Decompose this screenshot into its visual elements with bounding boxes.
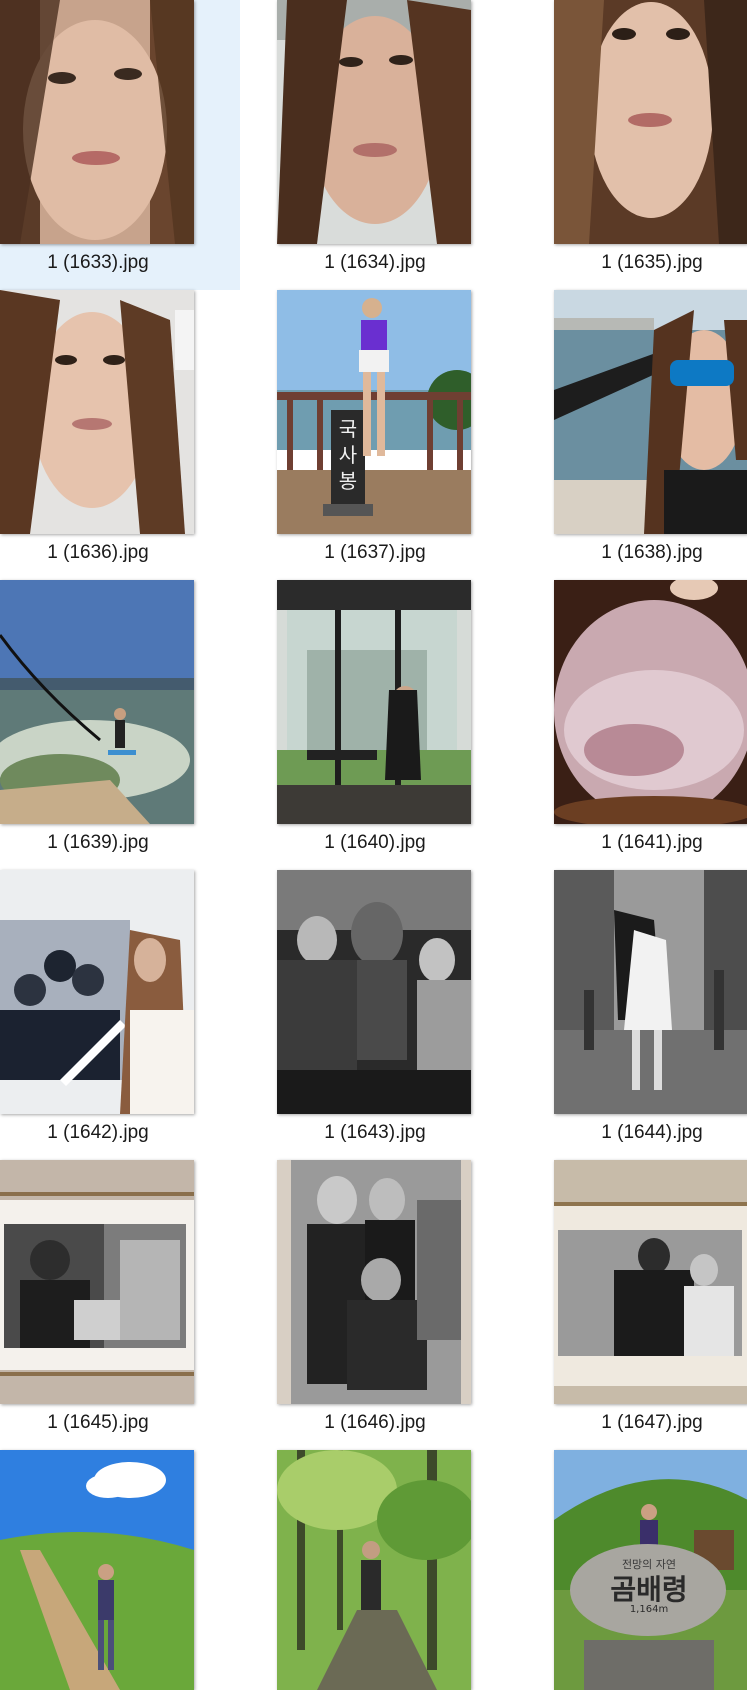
file-item[interactable]: 1 (1638).jpg bbox=[554, 290, 747, 580]
file-name-label: 1 (1634).jpg bbox=[324, 252, 426, 273]
framed-bw-photo-thumbnail bbox=[554, 1160, 747, 1404]
file-item[interactable]: 1 (1646).jpg bbox=[277, 1160, 517, 1450]
file-item[interactable]: 1 (1645).jpg bbox=[0, 1160, 240, 1450]
file-item[interactable]: 1 (1642).jpg bbox=[0, 870, 240, 1160]
file-item[interactable] bbox=[0, 1450, 240, 1690]
file-name-label: 1 (1639).jpg bbox=[47, 832, 149, 853]
framed-bw-accordion-photo-thumbnail bbox=[0, 1160, 194, 1404]
bw-group-portrait-photo-thumbnail bbox=[277, 1160, 471, 1404]
file-name-label: 1 (1635).jpg bbox=[601, 252, 703, 273]
file-item[interactable]: 1 (1635).jpg bbox=[554, 0, 747, 290]
file-item[interactable]: 1 (1643).jpg bbox=[277, 870, 517, 1160]
gallery-photo-thumbnail bbox=[0, 870, 194, 1114]
file-item[interactable]: 국사봉 1 (1637).jpg bbox=[277, 290, 517, 580]
file-name-label: 1 (1636).jpg bbox=[47, 542, 149, 563]
boat-selfie-photo-thumbnail bbox=[554, 290, 747, 534]
file-item[interactable]: 전망의 자연 곰배령 1,164m bbox=[554, 1450, 747, 1690]
file-item[interactable]: 1 (1633).jpg bbox=[0, 0, 240, 290]
file-name-label: 1 (1640).jpg bbox=[324, 832, 426, 853]
forest-photo-thumbnail bbox=[277, 1450, 471, 1690]
file-item[interactable]: 1 (1634).jpg bbox=[277, 0, 517, 290]
file-item[interactable]: 1 (1644).jpg bbox=[554, 870, 747, 1160]
summit-sign-text: 국사봉 bbox=[338, 417, 358, 493]
file-name-label: 1 (1643).jpg bbox=[324, 1122, 426, 1143]
selfie-photo-thumbnail bbox=[0, 290, 194, 534]
bw-street-kiss-photo-thumbnail bbox=[554, 870, 747, 1114]
wakesurf-photo-thumbnail bbox=[0, 580, 194, 824]
stone-marker-height: 1,164m bbox=[629, 1604, 669, 1615]
file-item[interactable]: 1 (1636).jpg bbox=[0, 290, 240, 580]
file-item[interactable]: 1 (1639).jpg bbox=[0, 580, 240, 870]
hiking-trail-photo-thumbnail bbox=[0, 1450, 194, 1690]
selfie-photo-thumbnail bbox=[277, 0, 471, 244]
file-name-label: 1 (1638).jpg bbox=[601, 542, 703, 563]
summit-marker-photo-thumbnail: 국사봉 bbox=[277, 290, 471, 534]
file-name-label: 1 (1637).jpg bbox=[324, 542, 426, 563]
file-item[interactable]: 1 (1641).jpg bbox=[554, 580, 747, 870]
smoke-dome-dish-photo-thumbnail bbox=[554, 580, 747, 824]
selfie-photo-thumbnail bbox=[0, 0, 194, 244]
file-name-label: 1 (1642).jpg bbox=[47, 1122, 149, 1143]
file-item[interactable] bbox=[277, 1450, 517, 1690]
stone-marker-title: 곰배령 bbox=[610, 1573, 688, 1606]
mountain-stone-marker-photo-thumbnail: 전망의 자연 곰배령 1,164m bbox=[554, 1450, 747, 1690]
file-name-label: 1 (1641).jpg bbox=[601, 832, 703, 853]
bw-sculptor-photo-thumbnail bbox=[277, 870, 471, 1114]
file-name-label: 1 (1633).jpg bbox=[47, 252, 149, 273]
file-name-label: 1 (1645).jpg bbox=[47, 1412, 149, 1433]
file-item[interactable]: 1 (1647).jpg bbox=[554, 1160, 747, 1450]
selfie-photo-thumbnail bbox=[554, 0, 747, 244]
file-item[interactable]: 1 (1640).jpg bbox=[277, 580, 517, 870]
file-name-label: 1 (1646).jpg bbox=[324, 1412, 426, 1433]
file-thumbnail-grid: 1 (1633).jpg 1 (1634).jpg 1 (1635).jpg 1… bbox=[0, 0, 747, 1690]
cafe-photo-thumbnail bbox=[277, 580, 471, 824]
file-name-label: 1 (1644).jpg bbox=[601, 1122, 703, 1143]
file-name-label: 1 (1647).jpg bbox=[601, 1412, 703, 1433]
